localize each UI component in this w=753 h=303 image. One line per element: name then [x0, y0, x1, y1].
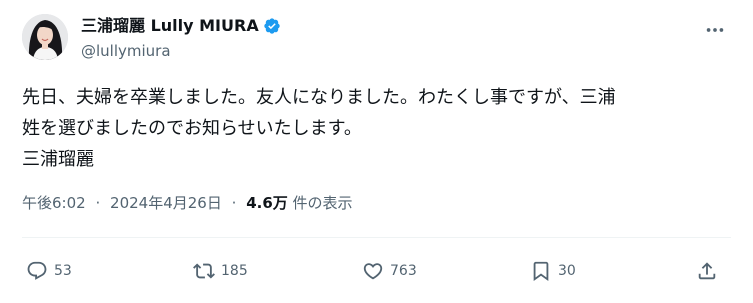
retweet-button[interactable]: 185 — [193, 258, 248, 284]
more-horizontal-icon — [706, 28, 724, 32]
tweet-header: 三浦瑠麗 Lully MIURA @lullymiura — [22, 14, 741, 66]
tweet-meta: 午後6:02 · 2024年4月26日 · 4.6万 件の表示 — [22, 192, 353, 214]
bookmark-icon — [533, 261, 549, 282]
author-display-name[interactable]: 三浦瑠麗 Lully MIURA — [81, 16, 259, 36]
meta-separator: · — [231, 194, 237, 212]
tweet-date[interactable]: 2024年4月26日 — [110, 194, 222, 212]
tweet-text-line: 三浦瑠麗 — [22, 149, 94, 170]
tweet-text-line: 姓を選びましたのでお知らせいたします。 — [22, 118, 362, 139]
reply-count: 53 — [54, 263, 72, 279]
retweet-icon — [193, 263, 215, 279]
tweet-text: 先日、夫婦を卒業しました。友人になりました。わたくし事ですが、三浦 姓を選びまし… — [22, 82, 730, 175]
reply-icon — [27, 261, 47, 280]
more-options-button[interactable] — [703, 18, 727, 42]
share-button[interactable] — [696, 258, 718, 284]
retweet-count: 185 — [221, 263, 248, 279]
tweet-card: 三浦瑠麗 Lully MIURA @lullymiura 先日、夫婦を卒業しまし… — [0, 0, 753, 303]
action-bar: 53 185 763 30 — [0, 258, 753, 284]
name-row: 三浦瑠麗 Lully MIURA — [81, 15, 281, 37]
bookmark-count: 30 — [558, 263, 576, 279]
divider — [22, 237, 731, 238]
views-label: 件の表示 — [292, 194, 353, 212]
heart-icon — [363, 263, 383, 280]
meta-separator: · — [95, 194, 101, 212]
reply-button[interactable]: 53 — [26, 258, 72, 284]
verified-badge-icon[interactable] — [263, 17, 281, 35]
author-info: 三浦瑠麗 Lully MIURA @lullymiura — [81, 15, 281, 61]
like-button[interactable]: 763 — [362, 258, 417, 284]
like-count: 763 — [390, 263, 417, 279]
tweet-text-line: 先日、夫婦を卒業しました。友人になりました。わたくし事ですが、三浦 — [22, 87, 616, 108]
avatar[interactable] — [22, 14, 68, 60]
bookmark-button[interactable]: 30 — [530, 258, 576, 284]
views-count[interactable]: 4.6万 — [246, 194, 288, 212]
share-icon — [698, 262, 716, 280]
author-handle[interactable]: @lullymiura — [81, 41, 281, 61]
avatar-image — [22, 14, 68, 60]
tweet-time[interactable]: 午後6:02 — [22, 194, 86, 212]
